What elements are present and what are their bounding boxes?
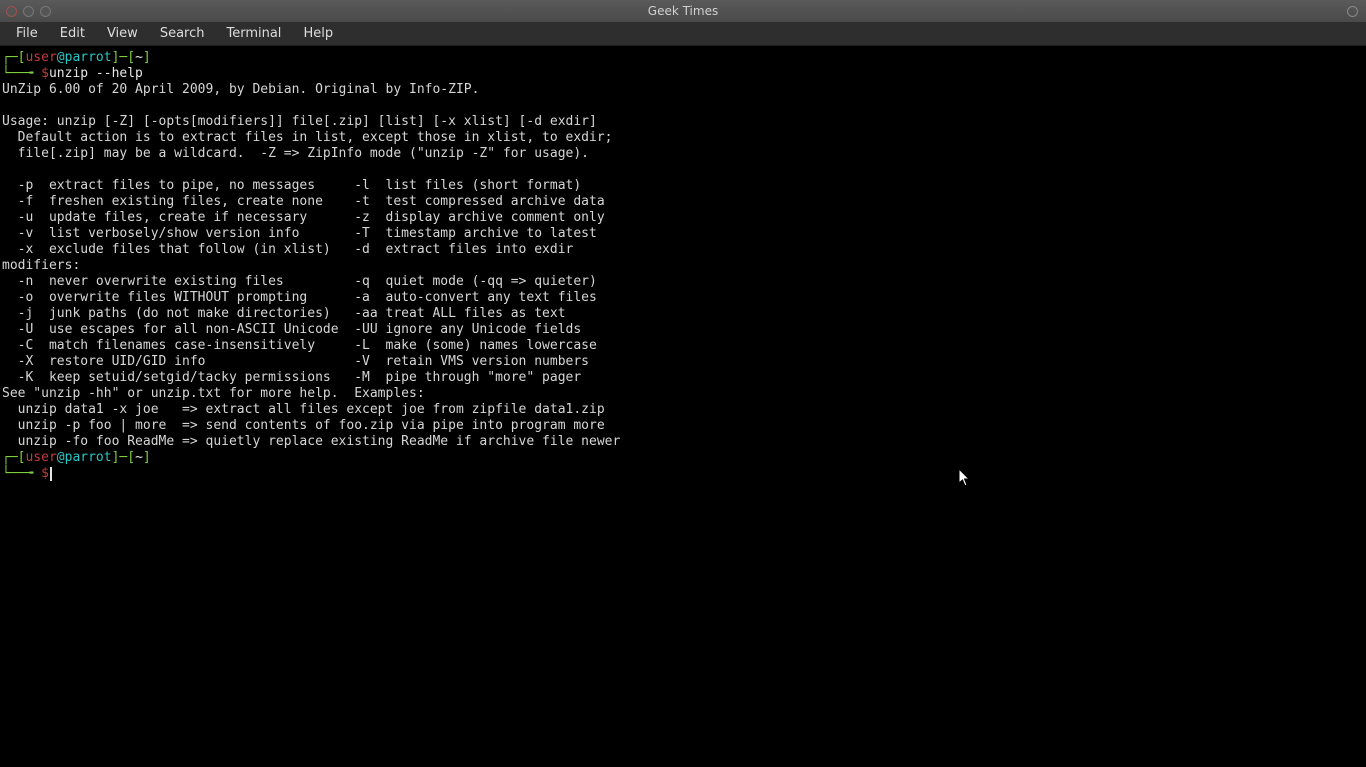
output-line: Usage: unzip [-Z] [-opts[modifiers]] fil… xyxy=(2,114,597,129)
window-buttons xyxy=(6,6,51,17)
output-line: -n never overwrite existing files -q qui… xyxy=(2,274,597,289)
menu-file[interactable]: File xyxy=(6,24,48,43)
output-line: unzip -p foo | more => send contents of … xyxy=(2,418,605,433)
prompt-dollar: $ xyxy=(41,66,49,81)
output-line: -X restore UID/GID info -V retain VMS ve… xyxy=(2,354,589,369)
output-line: -U use escapes for all non-ASCII Unicode… xyxy=(2,322,581,337)
prompt-dollar: $ xyxy=(41,466,49,481)
prompt-user: user xyxy=(25,50,56,65)
command-text: unzip --help xyxy=(49,66,143,81)
prompt-bracket: ]─[ xyxy=(112,450,135,465)
window-menu-icon[interactable] xyxy=(1347,6,1358,17)
output-line: file[.zip] may be a wildcard. -Z => ZipI… xyxy=(2,146,589,161)
output-line: -j junk paths (do not make directories) … xyxy=(2,306,566,321)
output-line: -f freshen existing files, create none -… xyxy=(2,194,605,209)
prompt-bracket: ]─[ xyxy=(112,50,135,65)
output-line: -C match filenames case-insensitively -L… xyxy=(2,338,597,353)
output-line: -p extract files to pipe, no messages -l… xyxy=(2,178,581,193)
terminal-output[interactable]: ┌─[user@parrot]─[~] └──╼ $unzip --help U… xyxy=(0,46,1366,767)
menu-edit[interactable]: Edit xyxy=(50,24,95,43)
menu-terminal[interactable]: Terminal xyxy=(216,24,291,43)
output-line: -o overwrite files WITHOUT prompting -a … xyxy=(2,290,597,305)
output-line: unzip -fo foo ReadMe => quietly replace … xyxy=(2,434,620,449)
output-line: UnZip 6.00 of 20 April 2009, by Debian. … xyxy=(2,82,479,97)
prompt-line2: └──╼ xyxy=(2,66,41,81)
prompt-bracket: ] xyxy=(143,50,151,65)
prompt-path: ~ xyxy=(135,50,143,65)
prompt-host: parrot xyxy=(65,50,112,65)
output-line: -x exclude files that follow (in xlist) … xyxy=(2,242,573,257)
prompt-host: parrot xyxy=(65,450,112,465)
output-line: Default action is to extract files in li… xyxy=(2,130,612,145)
prompt-bracket: ] xyxy=(143,450,151,465)
prompt-path: ~ xyxy=(135,450,143,465)
prompt-line2: └──╼ xyxy=(2,466,41,481)
prompt-bracket: ┌─[ xyxy=(2,450,25,465)
prompt-at: @ xyxy=(57,450,65,465)
menu-help[interactable]: Help xyxy=(293,24,343,43)
window-titlebar: Geek Times xyxy=(0,0,1366,22)
output-line: unzip data1 -x joe => extract all files … xyxy=(2,402,605,417)
prompt-at: @ xyxy=(57,50,65,65)
minimize-icon[interactable] xyxy=(23,6,34,17)
text-cursor xyxy=(50,467,52,481)
menu-search[interactable]: Search xyxy=(150,24,215,43)
prompt-bracket: ┌─[ xyxy=(2,50,25,65)
output-line: See "unzip -hh" or unzip.txt for more he… xyxy=(2,386,425,401)
prompt-user: user xyxy=(25,450,56,465)
output-line: -u update files, create if necessary -z … xyxy=(2,210,605,225)
output-line: -K keep setuid/setgid/tacky permissions … xyxy=(2,370,581,385)
output-line: modifiers: xyxy=(2,258,80,273)
close-icon[interactable] xyxy=(6,6,17,17)
menu-view[interactable]: View xyxy=(97,24,148,43)
output-line: -v list verbosely/show version info -T t… xyxy=(2,226,597,241)
menubar: File Edit View Search Terminal Help xyxy=(0,22,1366,46)
maximize-icon[interactable] xyxy=(40,6,51,17)
window-title: Geek Times xyxy=(648,4,718,18)
